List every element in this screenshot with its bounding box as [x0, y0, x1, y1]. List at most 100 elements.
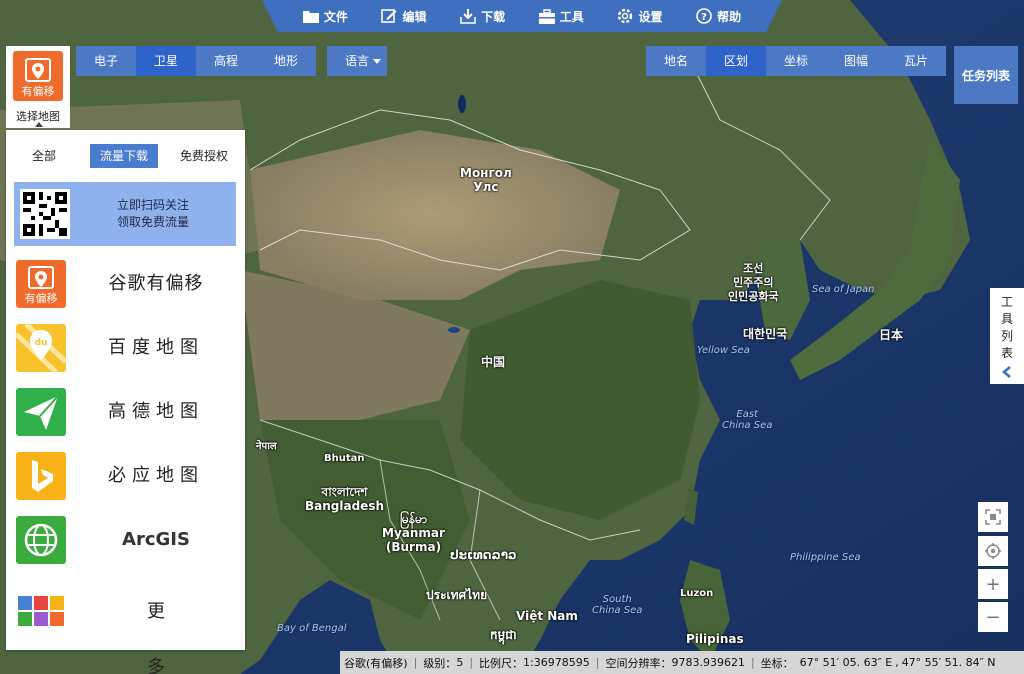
status-scale: 1:36978595 [523, 656, 590, 669]
chevron-left-icon [1002, 366, 1011, 378]
menu-settings[interactable]: 设置 [617, 8, 662, 25]
map-type-satellite[interactable]: 卫星 [136, 46, 196, 76]
country-label-cambodia: កម្ពុជា [490, 628, 517, 642]
map-type-group: 电子 卫星 高程 地形 [76, 46, 316, 76]
source-name-arcgis: ArcGIS [122, 529, 190, 550]
folder-icon [302, 11, 319, 23]
fullscreen-button[interactable] [978, 502, 1008, 532]
menu-tools-label: 工具 [559, 9, 584, 24]
menu-settings-label: 设置 [638, 9, 663, 24]
overlay-map-sheets[interactable]: 图幅 [826, 46, 886, 76]
caret-up-icon [35, 122, 43, 127]
google-offset-icon: 有偏移 [13, 51, 63, 104]
qr-code-icon [20, 189, 70, 239]
promo-text: 立即扫码关注 领取免费流量 [70, 197, 236, 231]
country-label-south-korea: 대한민국 [743, 327, 788, 341]
help-icon: ? [696, 8, 712, 24]
source-name-more: 更多 [147, 601, 211, 674]
overlay-boundaries[interactable]: 区划 [706, 46, 766, 76]
download-icon [460, 9, 476, 24]
status-coord-label: 坐标： [760, 656, 794, 670]
menu-help[interactable]: ? 帮助 [696, 8, 741, 25]
tab-flow-download[interactable]: 流量下载 [90, 144, 158, 168]
select-map-source-button[interactable]: 有偏移 选择地图 [6, 46, 70, 128]
amap-icon [16, 388, 66, 436]
language-label: 语言 [345, 54, 370, 68]
country-label-laos: ປະເທດລາວ [450, 548, 517, 562]
sea-label-east-china-sea: East China Sea [722, 409, 773, 431]
source-name-baidu: 百度地图 [108, 337, 204, 358]
zoom-out-button[interactable]: − [978, 602, 1008, 632]
status-divider: | [469, 656, 474, 669]
status-resolution-label: 空间分辨率： [605, 656, 672, 670]
map-source-panel: 全部 流量下载 免费授权 立即扫码关注 领取免费流量 有偏移 谷歌有偏移 du … [6, 130, 245, 674]
tab-free-license[interactable]: 免费授权 [172, 144, 236, 168]
top-menu-bar: 文件 编辑 下载 工具 设置 ? 帮助 [262, 0, 782, 32]
status-latitude: 47° 55′ 51. 84″ N [901, 656, 996, 669]
sea-label-south-china-sea: South China Sea [592, 594, 643, 616]
country-label-china: 中国 [481, 355, 506, 369]
map-type-elevation[interactable]: 高程 [196, 46, 256, 76]
country-label-mongolia: Монгол Улс [460, 166, 512, 194]
status-coord-separator: , [895, 656, 899, 669]
country-label-philippines: Pilipinas [686, 632, 744, 646]
overlay-type-group: 地名 区划 坐标 图幅 瓦片 [646, 46, 946, 76]
qr-promo-banner[interactable]: 立即扫码关注 领取免费流量 [14, 182, 236, 246]
country-label-nepal: नेपाल [256, 441, 277, 452]
source-item-more[interactable]: 更多 [6, 584, 245, 674]
status-divider: | [413, 656, 418, 669]
status-level: 5 [456, 656, 464, 669]
more-grid-icon [16, 588, 66, 636]
menu-tools[interactable]: 工具 [538, 8, 584, 25]
source-tabs: 全部 流量下载 免费授权 [6, 144, 245, 168]
language-dropdown[interactable]: 语言 [327, 46, 387, 76]
source-item-baidu[interactable]: du 百度地图 [6, 320, 245, 376]
source-item-google-offset[interactable]: 有偏移 谷歌有偏移 [6, 256, 245, 312]
source-item-bing[interactable]: 必应地图 [6, 448, 245, 504]
country-label-bhutan: Bhutan [324, 453, 365, 464]
svg-text:?: ? [701, 12, 707, 23]
zoom-in-button[interactable]: + [978, 569, 1008, 599]
task-list-button[interactable]: 任务列表 [954, 46, 1018, 104]
country-label-japan: 日本 [879, 328, 904, 342]
region-label-luzon: Luzon [680, 588, 714, 599]
menu-file-label: 文件 [323, 9, 348, 24]
baidu-map-icon: du [14, 322, 68, 374]
sea-label-philippine-sea: Philippine Sea [790, 552, 861, 563]
source-item-amap[interactable]: 高德地图 [6, 384, 245, 440]
menu-edit-label: 编辑 [402, 9, 427, 24]
menu-file[interactable]: 文件 [302, 8, 348, 25]
overlay-tiles[interactable]: 瓦片 [886, 46, 946, 76]
svg-text:有偏移: 有偏移 [22, 84, 55, 98]
locate-button[interactable] [978, 536, 1008, 566]
bing-icon [16, 452, 66, 500]
tool-list-label: 工具列表 [1001, 295, 1014, 360]
tool-list-tab[interactable]: 工具列表 [990, 288, 1024, 384]
status-source: 谷歌(有偏移) [344, 656, 408, 670]
country-label-north-korea: 조선 민주주의 인민공화국 [728, 262, 779, 303]
status-resolution: 9783.939621 [671, 656, 745, 669]
overlay-coordinates[interactable]: 坐标 [766, 46, 826, 76]
menu-download[interactable]: 下载 [460, 8, 505, 25]
toolbox-icon [538, 8, 555, 24]
svg-text:du: du [35, 338, 48, 348]
svg-text:有偏移: 有偏移 [25, 291, 58, 305]
status-divider: | [750, 656, 755, 669]
caret-down-icon [373, 59, 381, 64]
promo-line-1: 立即扫码关注 [116, 198, 189, 212]
country-label-thailand: ประเทศไทย [426, 588, 488, 602]
sea-label-yellow-sea: Yellow Sea [697, 345, 750, 356]
menu-download-label: 下载 [481, 9, 506, 24]
overlay-place-names[interactable]: 地名 [646, 46, 706, 76]
source-name-google-offset: 谷歌有偏移 [108, 273, 204, 294]
locate-icon [985, 543, 1001, 559]
status-longitude: 67° 51′ 05. 63″ E [799, 656, 893, 669]
map-type-terrain[interactable]: 地形 [256, 46, 316, 76]
tab-all[interactable]: 全部 [20, 144, 68, 168]
source-item-arcgis[interactable]: ArcGIS [6, 512, 245, 568]
map-type-electronic[interactable]: 电子 [76, 46, 136, 76]
menu-edit[interactable]: 编辑 [381, 8, 426, 25]
menu-help-label: 帮助 [717, 9, 742, 24]
country-label-bangladesh: বাংলাদেশ Bangladesh [305, 485, 385, 513]
status-bar: 谷歌(有偏移) | 级别： 5 | 比例尺： 1:36978595 | 空间分辨… [340, 651, 1024, 674]
